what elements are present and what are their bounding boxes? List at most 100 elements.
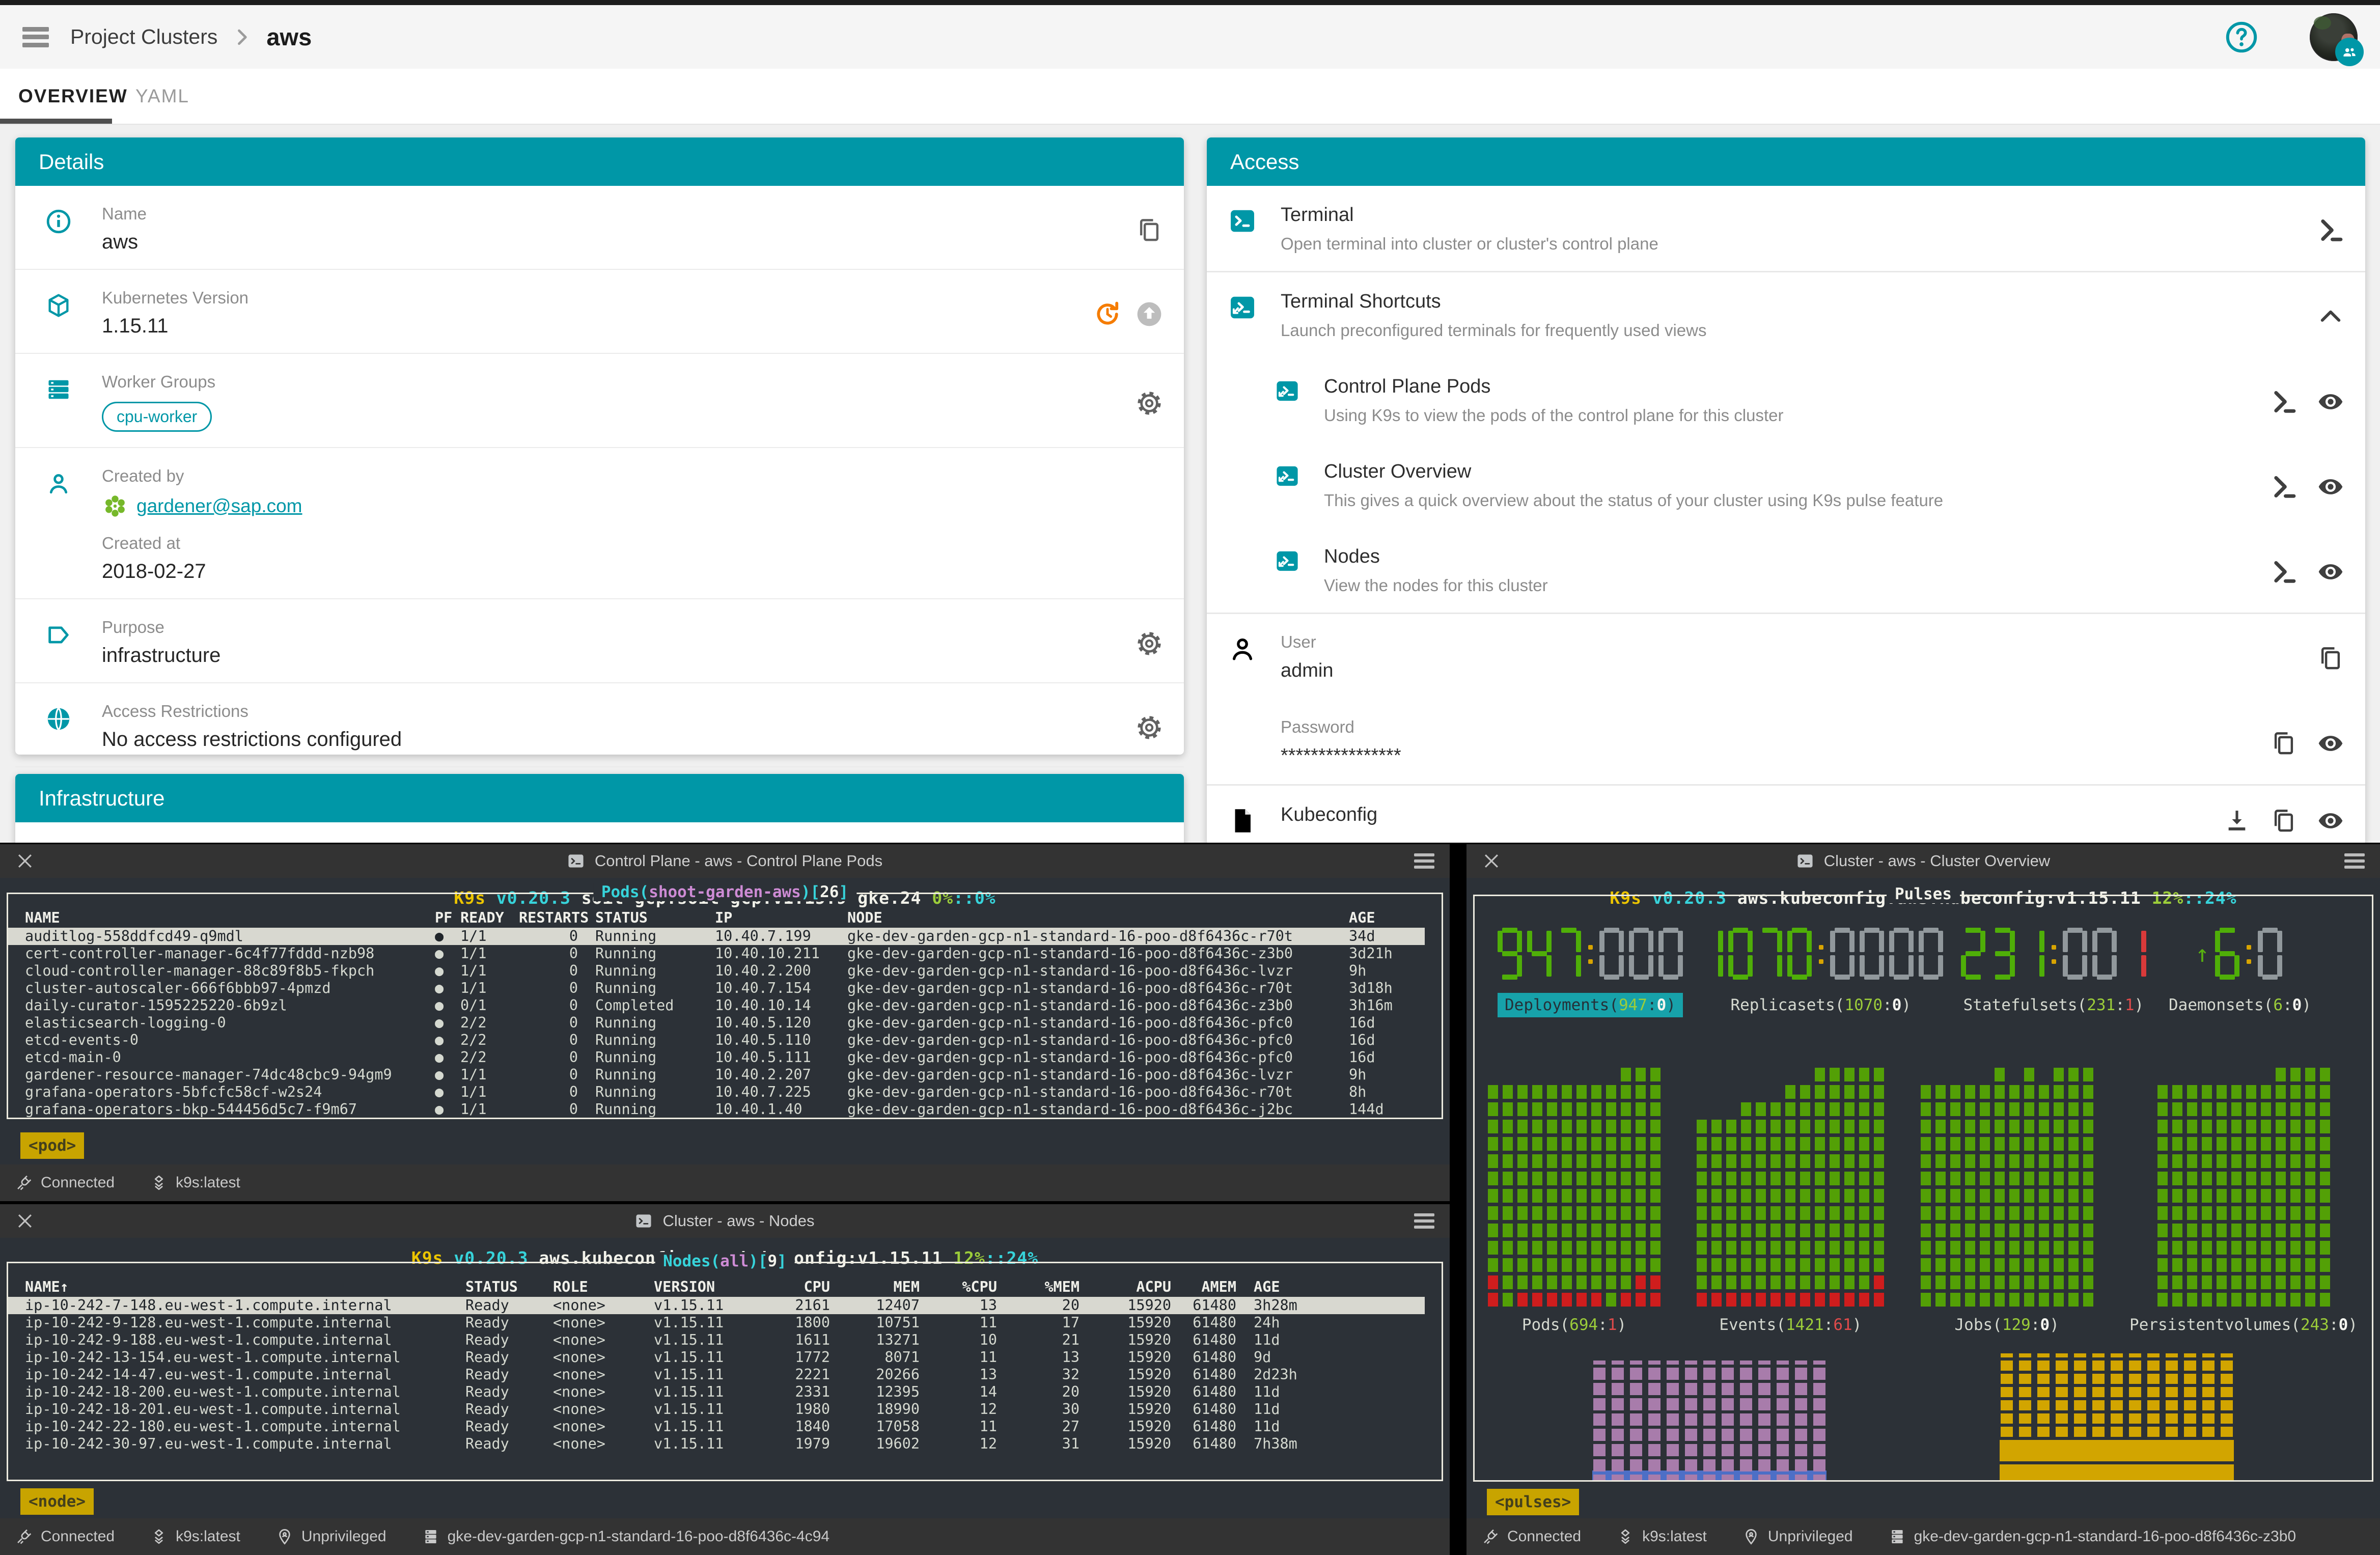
counter-label-deployments[interactable]: Deployments(947:0) xyxy=(1498,993,1683,1017)
gauge-segment xyxy=(2276,1293,2286,1307)
eye-button[interactable] xyxy=(2316,729,2345,758)
cell: 10.40.7.154 xyxy=(715,980,847,997)
usage-column xyxy=(2129,1353,2141,1437)
usage-segment xyxy=(1648,1475,1661,1480)
usage-segment xyxy=(2056,1374,2068,1384)
table-row[interactable]: grafana-operators-5bfcfc58cf-w2s24●1/10R… xyxy=(25,1084,1442,1101)
table-row[interactable]: auditlog-558ddfcd49-q9mdl●1/10Running10.… xyxy=(8,928,1425,945)
usage-segment xyxy=(1777,1383,1789,1395)
breadcrumb[interactable]: Project Clusters xyxy=(70,25,217,49)
avatar[interactable] xyxy=(2310,13,2358,61)
seven-seg-digit xyxy=(1961,928,1985,980)
gauge-segment xyxy=(1576,1293,1587,1307)
table-row[interactable]: etcd-events-0●2/20Running10.40.5.110gke-… xyxy=(25,1032,1442,1049)
gauge-segment xyxy=(2009,1275,2019,1289)
table-row[interactable]: elasticsearch-logging-0●2/20Running10.40… xyxy=(25,1014,1442,1032)
copy-button[interactable] xyxy=(2316,644,2345,673)
copy-button[interactable] xyxy=(2270,807,2298,835)
table-row[interactable]: daily-curator-1595225220-6b9zl●0/10Compl… xyxy=(25,997,1442,1014)
close-icon[interactable] xyxy=(15,1211,35,1231)
table-row[interactable]: etcd-main-0●2/20Running10.40.5.111gke-de… xyxy=(25,1049,1442,1066)
cell: gke-dev-garden-gcp-n1-standard-16-poo-d8… xyxy=(847,962,1349,980)
counter-label-daemonsets[interactable]: Daemonsets(6:0) xyxy=(2162,993,2318,1017)
gauge-segment xyxy=(1830,1137,1840,1151)
gear-button[interactable] xyxy=(1135,713,1164,742)
status-k9s: k9s:latest xyxy=(1617,1528,1707,1545)
eye-button[interactable] xyxy=(2316,473,2345,501)
eye-button[interactable] xyxy=(2316,807,2345,835)
text-part: all xyxy=(720,1252,749,1270)
table-row[interactable]: gardener-resource-manager-74dc48cbc9-94g… xyxy=(25,1066,1442,1084)
gauge-jobs[interactable]: Jobs(129:0) xyxy=(1921,1066,2093,1334)
gauge-segment xyxy=(2276,1258,2286,1272)
table-row[interactable]: ip-10-242-18-200.eu-west-1.compute.inter… xyxy=(25,1383,1442,1401)
window-menu-icon[interactable] xyxy=(2344,853,2365,869)
usage-segment xyxy=(2221,1413,2233,1424)
download-button[interactable] xyxy=(2223,807,2251,835)
table-row[interactable]: ip-10-242-18-201.eu-west-1.compute.inter… xyxy=(25,1401,1442,1418)
counter-deployments[interactable]: Deployments(947:0) xyxy=(1495,928,1685,1017)
cell: 1/1 xyxy=(460,945,519,962)
usage-mem[interactable]: Mem 24%(132,811Mi/553,320Mi) xyxy=(1983,1360,2250,1480)
launch-terminal-button[interactable] xyxy=(2270,473,2298,501)
update-button[interactable] xyxy=(1093,300,1122,328)
counter-replicasets[interactable]: Replicasets(1070:0) xyxy=(1696,928,1946,1017)
pin-icon xyxy=(276,1528,293,1545)
table-row[interactable]: cluster-autoscaler-666f6bbb97-4pmzd●1/10… xyxy=(25,980,1442,997)
window-menu-icon[interactable] xyxy=(1414,1213,1434,1229)
details-card-header: Details xyxy=(15,137,1184,186)
gear-button[interactable] xyxy=(1135,389,1164,418)
usage-segment xyxy=(1667,1444,1679,1456)
usage-segment-cap xyxy=(1813,1360,1825,1365)
table-row[interactable]: ip-10-242-9-188.eu-west-1.compute.intern… xyxy=(25,1331,1442,1349)
eye-button[interactable] xyxy=(2316,558,2345,586)
col-header-ip: IP xyxy=(715,909,847,927)
gauge-events[interactable]: Events(1421:61) xyxy=(1697,1066,1884,1334)
table-row[interactable]: grafana-operators-bkp-544456d5c7-f9m67●1… xyxy=(25,1101,1442,1118)
table-row[interactable]: ip-10-242-9-128.eu-west-1.compute.intern… xyxy=(25,1314,1442,1331)
upgrade-button[interactable] xyxy=(1135,300,1164,328)
access-row-nodes[interactable]: NodesView the nodes for this cluster xyxy=(1207,527,2365,613)
table-row[interactable]: ip-10-242-30-97.eu-west-1.compute.intern… xyxy=(25,1435,1442,1453)
counter-statefulsets[interactable]: Statefulsets(231:1) xyxy=(1956,928,2151,1017)
launch-terminal-button[interactable] xyxy=(2316,216,2345,244)
menu-icon[interactable] xyxy=(22,27,49,47)
table-row[interactable]: ip-10-242-7-148.eu-west-1.compute.intern… xyxy=(8,1297,1425,1314)
help-icon[interactable] xyxy=(2224,20,2259,54)
usage-cpu[interactable]: Cpu 12%(17,695m/143,280m) xyxy=(1591,1360,1829,1480)
access-row-cluster-overview[interactable]: Cluster OverviewThis gives a quick overv… xyxy=(1207,442,2365,527)
gauge-pods[interactable]: Pods(694:1) xyxy=(1488,1066,1661,1334)
eye-button[interactable] xyxy=(2316,387,2345,416)
table-row[interactable]: ip-10-242-14-47.eu-west-1.compute.intern… xyxy=(25,1366,1442,1383)
usage-segment xyxy=(2129,1387,2141,1397)
gauge-segment xyxy=(2231,1293,2241,1307)
usage-segment xyxy=(2166,1413,2178,1424)
table-row[interactable]: ip-10-242-13-154.eu-west-1.compute.inter… xyxy=(25,1349,1442,1366)
close-icon[interactable] xyxy=(1482,851,1501,871)
gauge-segment xyxy=(2009,1120,2019,1133)
tab-overview[interactable]: OVERVIEW xyxy=(18,69,128,124)
usage-column xyxy=(1630,1360,1642,1480)
counter-daemonsets[interactable]: ↑Daemonsets(6:0) xyxy=(2162,928,2318,1017)
copy-button[interactable] xyxy=(1135,216,1164,244)
table-row[interactable]: cert-controller-manager-6c4f77fddd-nzb98… xyxy=(25,945,1442,962)
cell: 0 xyxy=(519,1066,595,1084)
copy-button[interactable] xyxy=(2270,729,2298,758)
cell: Running xyxy=(595,1032,715,1049)
counter-label-replicasets[interactable]: Replicasets(1070:0) xyxy=(1723,993,1918,1017)
access-row-control-plane-pods[interactable]: Control Plane PodsUsing K9s to view the … xyxy=(1207,357,2365,442)
launch-terminal-button[interactable] xyxy=(2270,558,2298,586)
table-row[interactable]: ip-10-242-22-180.eu-west-1.compute.inter… xyxy=(25,1418,1442,1435)
gear-button[interactable] xyxy=(1135,629,1164,658)
gauge-persistentvolumes[interactable]: Persistentvolumes(243:0) xyxy=(2129,1066,2358,1334)
launch-terminal-button[interactable] xyxy=(2270,387,2298,416)
table-row[interactable]: cloud-controller-manager-88c89f8b5-fkpch… xyxy=(25,962,1442,980)
created-by-link[interactable]: gardener@sap.com xyxy=(136,495,302,517)
close-icon[interactable] xyxy=(15,851,35,871)
counter-label-statefulsets[interactable]: Statefulsets(231:1) xyxy=(1956,993,2151,1017)
gauge-segment xyxy=(1770,1120,1781,1133)
chevron-up-button[interactable] xyxy=(2316,302,2345,331)
tab-yaml[interactable]: YAML xyxy=(135,69,189,124)
window-menu-icon[interactable] xyxy=(1414,853,1434,869)
gauge-segment xyxy=(2068,1102,2079,1116)
